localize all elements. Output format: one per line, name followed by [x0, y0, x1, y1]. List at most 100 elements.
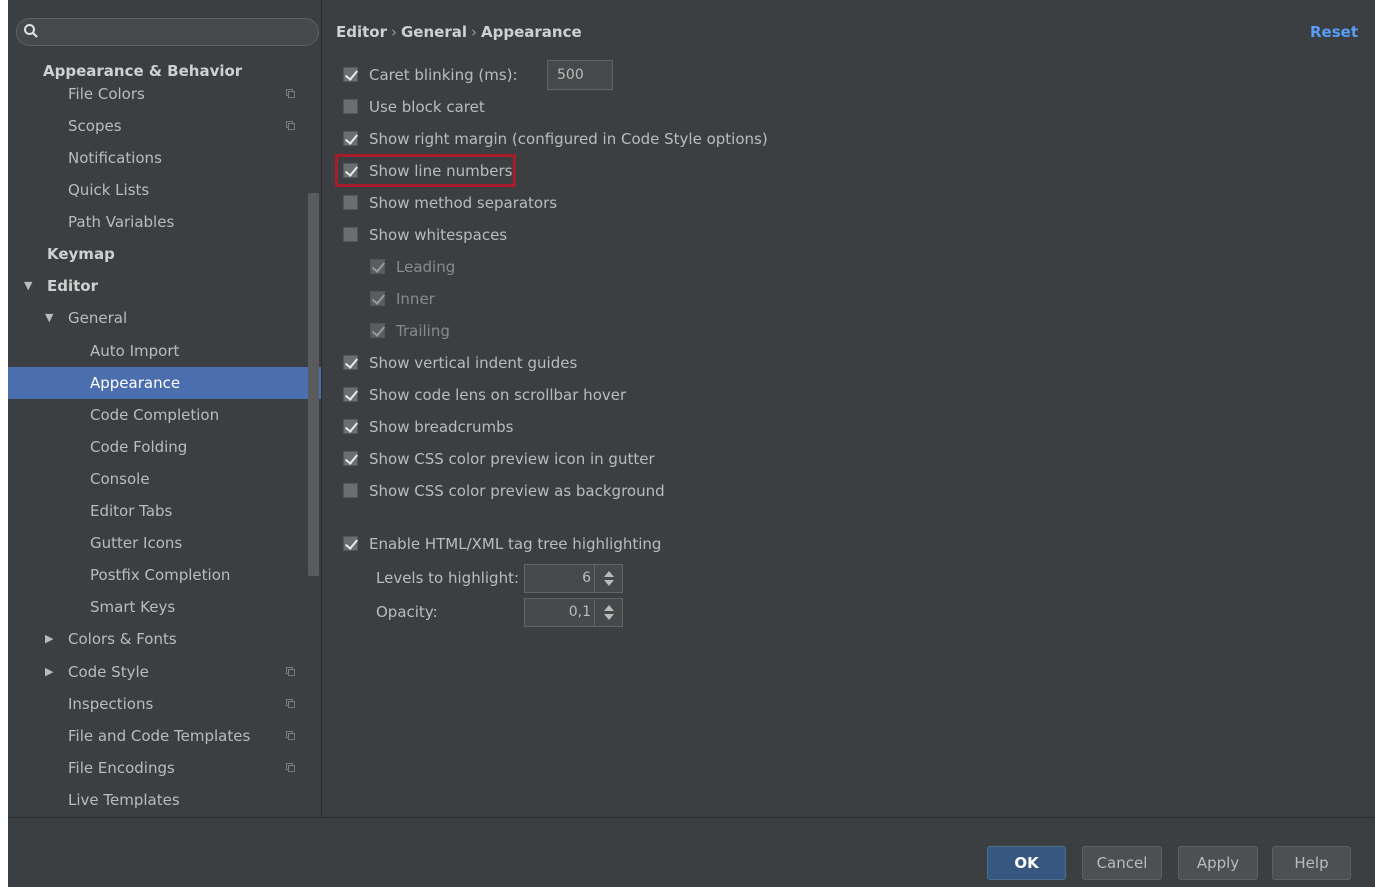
checkbox-indent-guides[interactable]	[343, 355, 358, 370]
highlight-annotation	[335, 154, 516, 187]
sidebar-item-file-encodings[interactable]: File Encodings	[8, 752, 321, 784]
sidebar-item-label: Inspections	[68, 695, 154, 713]
caret-blinking-input[interactable]: 500	[547, 60, 613, 90]
breadcrumb-appearance: Appearance	[481, 23, 582, 41]
opacity-value: 0,1	[568, 604, 591, 620]
settings-content: Editor › General › Appearance Reset Caret bl…	[322, 0, 1375, 817]
project-level-icon	[286, 699, 295, 708]
levels-spinner[interactable]: 6	[524, 564, 623, 593]
inner-label: Inner	[396, 290, 435, 308]
breadcrumb-general: General	[401, 23, 467, 41]
sidebar-item-scopes[interactable]: Scopes	[8, 110, 321, 142]
trailing-label: Trailing	[396, 322, 450, 340]
breadcrumb-editor: Editor	[336, 23, 387, 41]
checkbox-whitespaces[interactable]	[343, 227, 358, 242]
checkbox-css-gutter[interactable]	[343, 451, 358, 466]
sidebar-item-live-templates[interactable]: Live Templates	[8, 784, 321, 816]
project-level-icon	[286, 667, 295, 676]
sidebar-item-keymap[interactable]: Keymap	[8, 238, 321, 270]
sidebar-item-appearance[interactable]: Appearance	[8, 367, 321, 399]
checkbox-css-background[interactable]	[343, 483, 358, 498]
spinner-down-icon[interactable]	[604, 614, 614, 620]
help-button[interactable]: Help	[1272, 846, 1351, 880]
sidebar-item-label: Appearance	[90, 374, 181, 392]
caret-blinking-label: Caret blinking (ms):	[369, 66, 518, 84]
css-gutter-label: Show CSS color preview icon in gutter	[369, 450, 655, 468]
sidebar-item-code-completion[interactable]: Code Completion	[8, 399, 321, 431]
sidebar-item-label: Gutter Icons	[90, 534, 183, 552]
breadcrumb-separator: ›	[391, 23, 397, 41]
apply-button[interactable]: Apply	[1178, 846, 1258, 880]
sidebar-item-file-and-code-templates[interactable]: File and Code Templates	[8, 720, 321, 752]
sidebar-item-postfix-completion[interactable]: Postfix Completion	[8, 559, 321, 591]
expand-arrow-icon[interactable]: ▼	[24, 270, 32, 302]
project-level-icon	[286, 89, 295, 98]
sidebar-item-editor[interactable]: ▼ Editor	[8, 270, 321, 302]
levels-spinner-arrows[interactable]	[594, 565, 622, 592]
sidebar-item-smart-keys[interactable]: Smart Keys	[8, 591, 321, 623]
breadcrumb: Editor › General › Appearance	[336, 23, 582, 41]
levels-label: Levels to highlight:	[376, 569, 520, 587]
expand-arrow-icon[interactable]: ▼	[45, 302, 53, 334]
checkbox-inner[interactable]	[370, 291, 385, 306]
leading-label: Leading	[396, 258, 456, 276]
right-margin-label: Show right margin (configured in Code St…	[369, 130, 768, 148]
sidebar-item-editor-tabs[interactable]: Editor Tabs	[8, 495, 321, 527]
collapse-arrow-icon[interactable]: ▶	[45, 623, 53, 655]
checkbox-leading[interactable]	[370, 259, 385, 274]
sidebar-item-notifications[interactable]: Notifications	[8, 142, 321, 174]
search-icon	[24, 24, 38, 38]
reset-link[interactable]: Reset	[1310, 23, 1358, 41]
search-input[interactable]	[16, 18, 319, 46]
sidebar-item-label: Editor Tabs	[90, 502, 173, 520]
css-background-label: Show CSS color preview as background	[369, 482, 665, 500]
sidebar-item-gutter-icons[interactable]: Gutter Icons	[8, 527, 321, 559]
sidebar-item-label: Code Completion	[90, 406, 220, 424]
checkbox-breadcrumbs[interactable]	[343, 419, 358, 434]
indent-guides-label: Show vertical indent guides	[369, 354, 578, 372]
spinner-up-icon[interactable]	[604, 571, 614, 577]
settings-sidebar: Appearance & Behavior File Colors Scopes No…	[8, 0, 321, 817]
checkbox-tag-tree[interactable]	[343, 536, 358, 551]
ok-button[interactable]: OK	[987, 846, 1066, 880]
tag-tree-label: Enable HTML/XML tag tree highlighting	[369, 535, 662, 553]
opacity-label: Opacity:	[376, 603, 438, 621]
sidebar-item-code-folding[interactable]: Code Folding	[8, 431, 321, 463]
sidebar-item-colors-fonts[interactable]: ▶ Colors & Fonts	[8, 623, 321, 655]
sidebar-item-label: Scopes	[68, 117, 122, 135]
checkbox-method-separators[interactable]	[343, 195, 358, 210]
sidebar-item-label: Quick Lists	[68, 181, 150, 199]
sidebar-item-file-colors[interactable]: File Colors	[8, 78, 321, 110]
sidebar-item-quick-lists[interactable]: Quick Lists	[8, 174, 321, 206]
levels-value: 6	[582, 570, 591, 586]
sidebar-item-label: Live Templates	[68, 791, 180, 809]
sidebar-item-path-variables[interactable]: Path Variables	[8, 206, 321, 238]
breadcrumbs-label: Show breadcrumbs	[369, 418, 514, 436]
opacity-spinner[interactable]: 0,1	[524, 598, 623, 627]
checkbox-trailing[interactable]	[370, 323, 385, 338]
code-lens-label: Show code lens on scrollbar hover	[369, 386, 627, 404]
checkbox-block-caret[interactable]	[343, 99, 358, 114]
sidebar-item-inspections[interactable]: Inspections	[8, 688, 321, 720]
checkbox-code-lens[interactable]	[343, 387, 358, 402]
method-separators-label: Show method separators	[369, 194, 558, 212]
sidebar-scrollbar[interactable]	[308, 193, 319, 576]
sidebar-item-label: Auto Import	[90, 342, 180, 360]
collapse-arrow-icon[interactable]: ▶	[45, 656, 53, 688]
checkbox-right-margin[interactable]	[343, 131, 358, 146]
spinner-up-icon[interactable]	[604, 605, 614, 611]
sidebar-item-label: Smart Keys	[90, 598, 176, 616]
sidebar-item-label: Postfix Completion	[90, 566, 231, 584]
sidebar-item-code-style[interactable]: ▶ Code Style	[8, 656, 321, 688]
checkbox-caret-blinking[interactable]	[343, 67, 358, 82]
sidebar-item-label: Path Variables	[68, 213, 175, 231]
sidebar-item-general[interactable]: ▼ General	[8, 302, 321, 334]
cancel-button[interactable]: Cancel	[1082, 846, 1162, 880]
sidebar-item-auto-import[interactable]: Auto Import	[8, 335, 321, 367]
sidebar-item-label: Console	[90, 470, 150, 488]
spinner-down-icon[interactable]	[604, 580, 614, 586]
sidebar-item-label: Code Style	[68, 663, 149, 681]
opacity-spinner-arrows[interactable]	[594, 599, 622, 626]
sidebar-item-console[interactable]: Console	[8, 463, 321, 495]
sidebar-item-label: File and Code Templates	[68, 727, 251, 745]
